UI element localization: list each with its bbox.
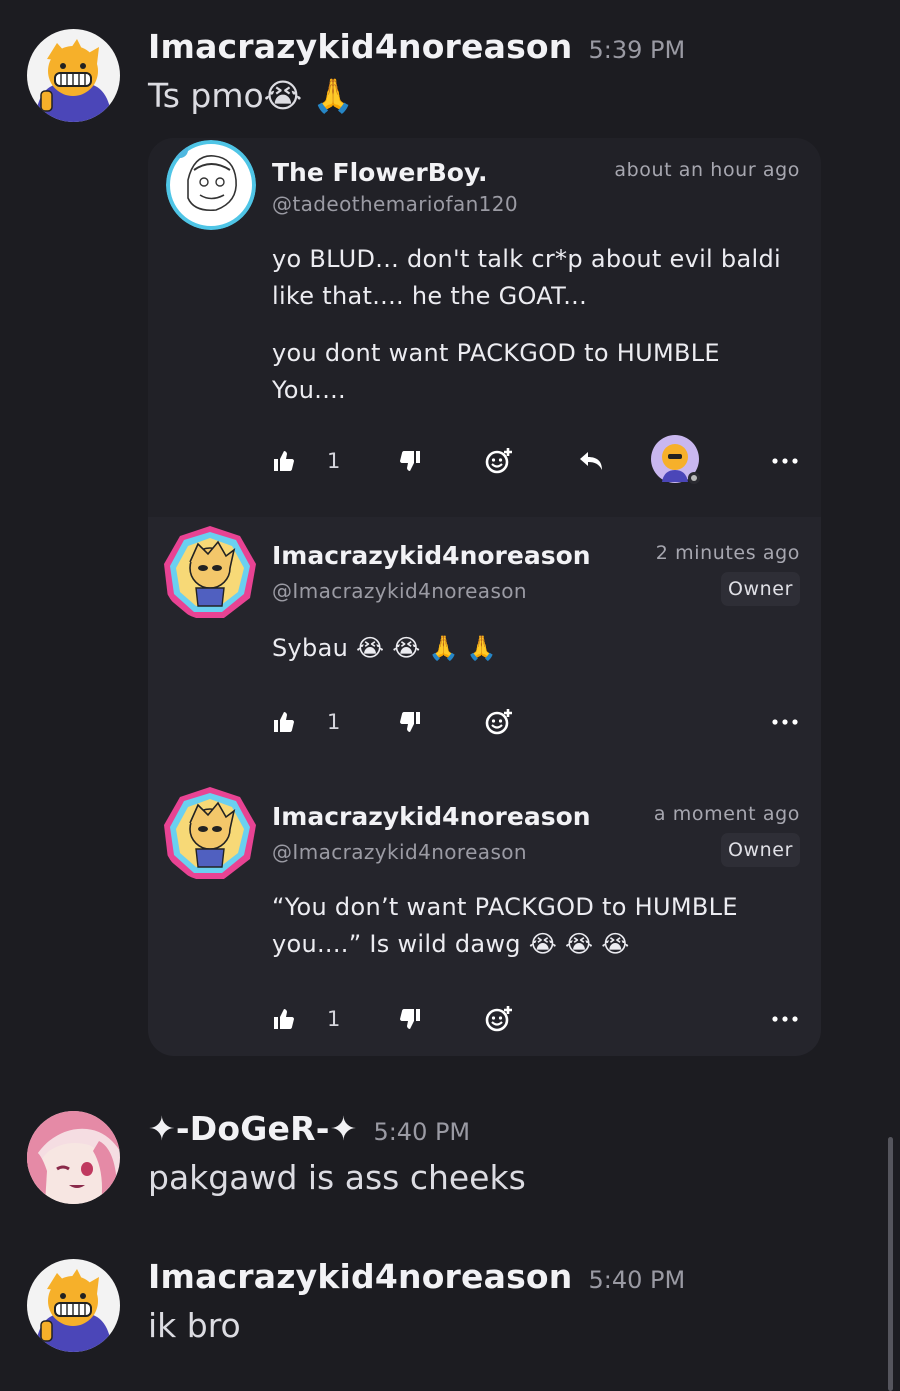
more-options-icon[interactable] [772,444,798,478]
thumbs-down-icon[interactable] [398,444,422,478]
thumbs-up-icon[interactable] [272,1002,296,1036]
thumbs-up-icon[interactable] [272,444,296,478]
user-avatar[interactable] [27,1259,120,1352]
thumbs-down-icon[interactable] [398,705,422,739]
comment-author[interactable]: Imacrazykid4noreason [272,541,591,570]
add-reaction-icon[interactable] [484,1002,514,1036]
comment-timestamp: about an hour ago [614,159,800,181]
thumbs-up-icon[interactable] [272,705,296,739]
comment-actions: 1 [272,435,802,484]
owner-badge: Owner [720,572,800,606]
comment-paragraph: Sybau 😭 😭 🙏 🙏 [272,634,497,662]
comment-paragraph: you dont want PACKGOD to HUMBLE You.... [272,339,720,404]
like-count: 1 [327,449,341,473]
message-timestamp: 5:40 PM [373,1118,471,1146]
comment-paragraph: “You don’t want PACKGOD to HUMBLE you...… [272,893,738,958]
more-options-icon[interactable] [772,705,798,739]
reply-avatar-icon[interactable] [650,434,700,484]
comment-actions: 1 [272,705,802,739]
message-text: Ts pmo😭 🙏 [148,76,354,115]
comment-body: Sybau 😭 😭 🙏 🙏 [272,630,782,667]
comment-thread-embed: The FlowerBoy. @tadeothemariofan120 abou… [148,138,821,1056]
message-text: ik bro [148,1306,241,1345]
user-avatar[interactable] [27,29,120,122]
comment-body: yo BLUD... don't talk cr*p about evil ba… [272,241,782,409]
scrollbar[interactable] [888,1137,893,1391]
comment-timestamp: a moment ago [653,803,800,825]
more-options-icon[interactable] [772,1002,798,1036]
comment-body: “You don’t want PACKGOD to HUMBLE you...… [272,889,782,963]
comment-actions: 1 [272,1002,802,1036]
message-text: pakgawd is ass cheeks [148,1158,526,1197]
user-avatar[interactable] [27,1111,120,1204]
commenter-avatar[interactable] [162,524,258,620]
add-reaction-icon[interactable] [484,444,514,478]
commenter-avatar[interactable] [166,140,256,230]
message-timestamp: 5:39 PM [588,36,686,64]
add-reaction-icon[interactable] [484,705,514,739]
message-timestamp: 5:40 PM [588,1266,686,1294]
comment-author[interactable]: Imacrazykid4noreason [272,802,591,831]
comment-handle[interactable]: @Imacrazykid4noreason [272,579,527,603]
commenter-avatar[interactable] [162,785,258,881]
message-author[interactable]: Imacrazykid4noreason [148,1257,573,1296]
message-author[interactable]: Imacrazykid4noreason [148,27,573,66]
reply-icon[interactable] [578,444,604,478]
like-count: 1 [327,710,341,734]
message-author[interactable]: ✦-DoGeR-✦ [148,1109,357,1148]
comment-paragraph: yo BLUD... don't talk cr*p about evil ba… [272,245,781,310]
thumbs-down-icon[interactable] [398,1002,422,1036]
like-count: 1 [327,1007,341,1031]
owner-badge: Owner [720,833,800,867]
comment-handle[interactable]: @tadeothemariofan120 [272,192,518,216]
comment-handle[interactable]: @Imacrazykid4noreason [272,840,527,864]
comment-author[interactable]: The FlowerBoy. [272,158,487,187]
comment-timestamp: 2 minutes ago [655,542,800,564]
